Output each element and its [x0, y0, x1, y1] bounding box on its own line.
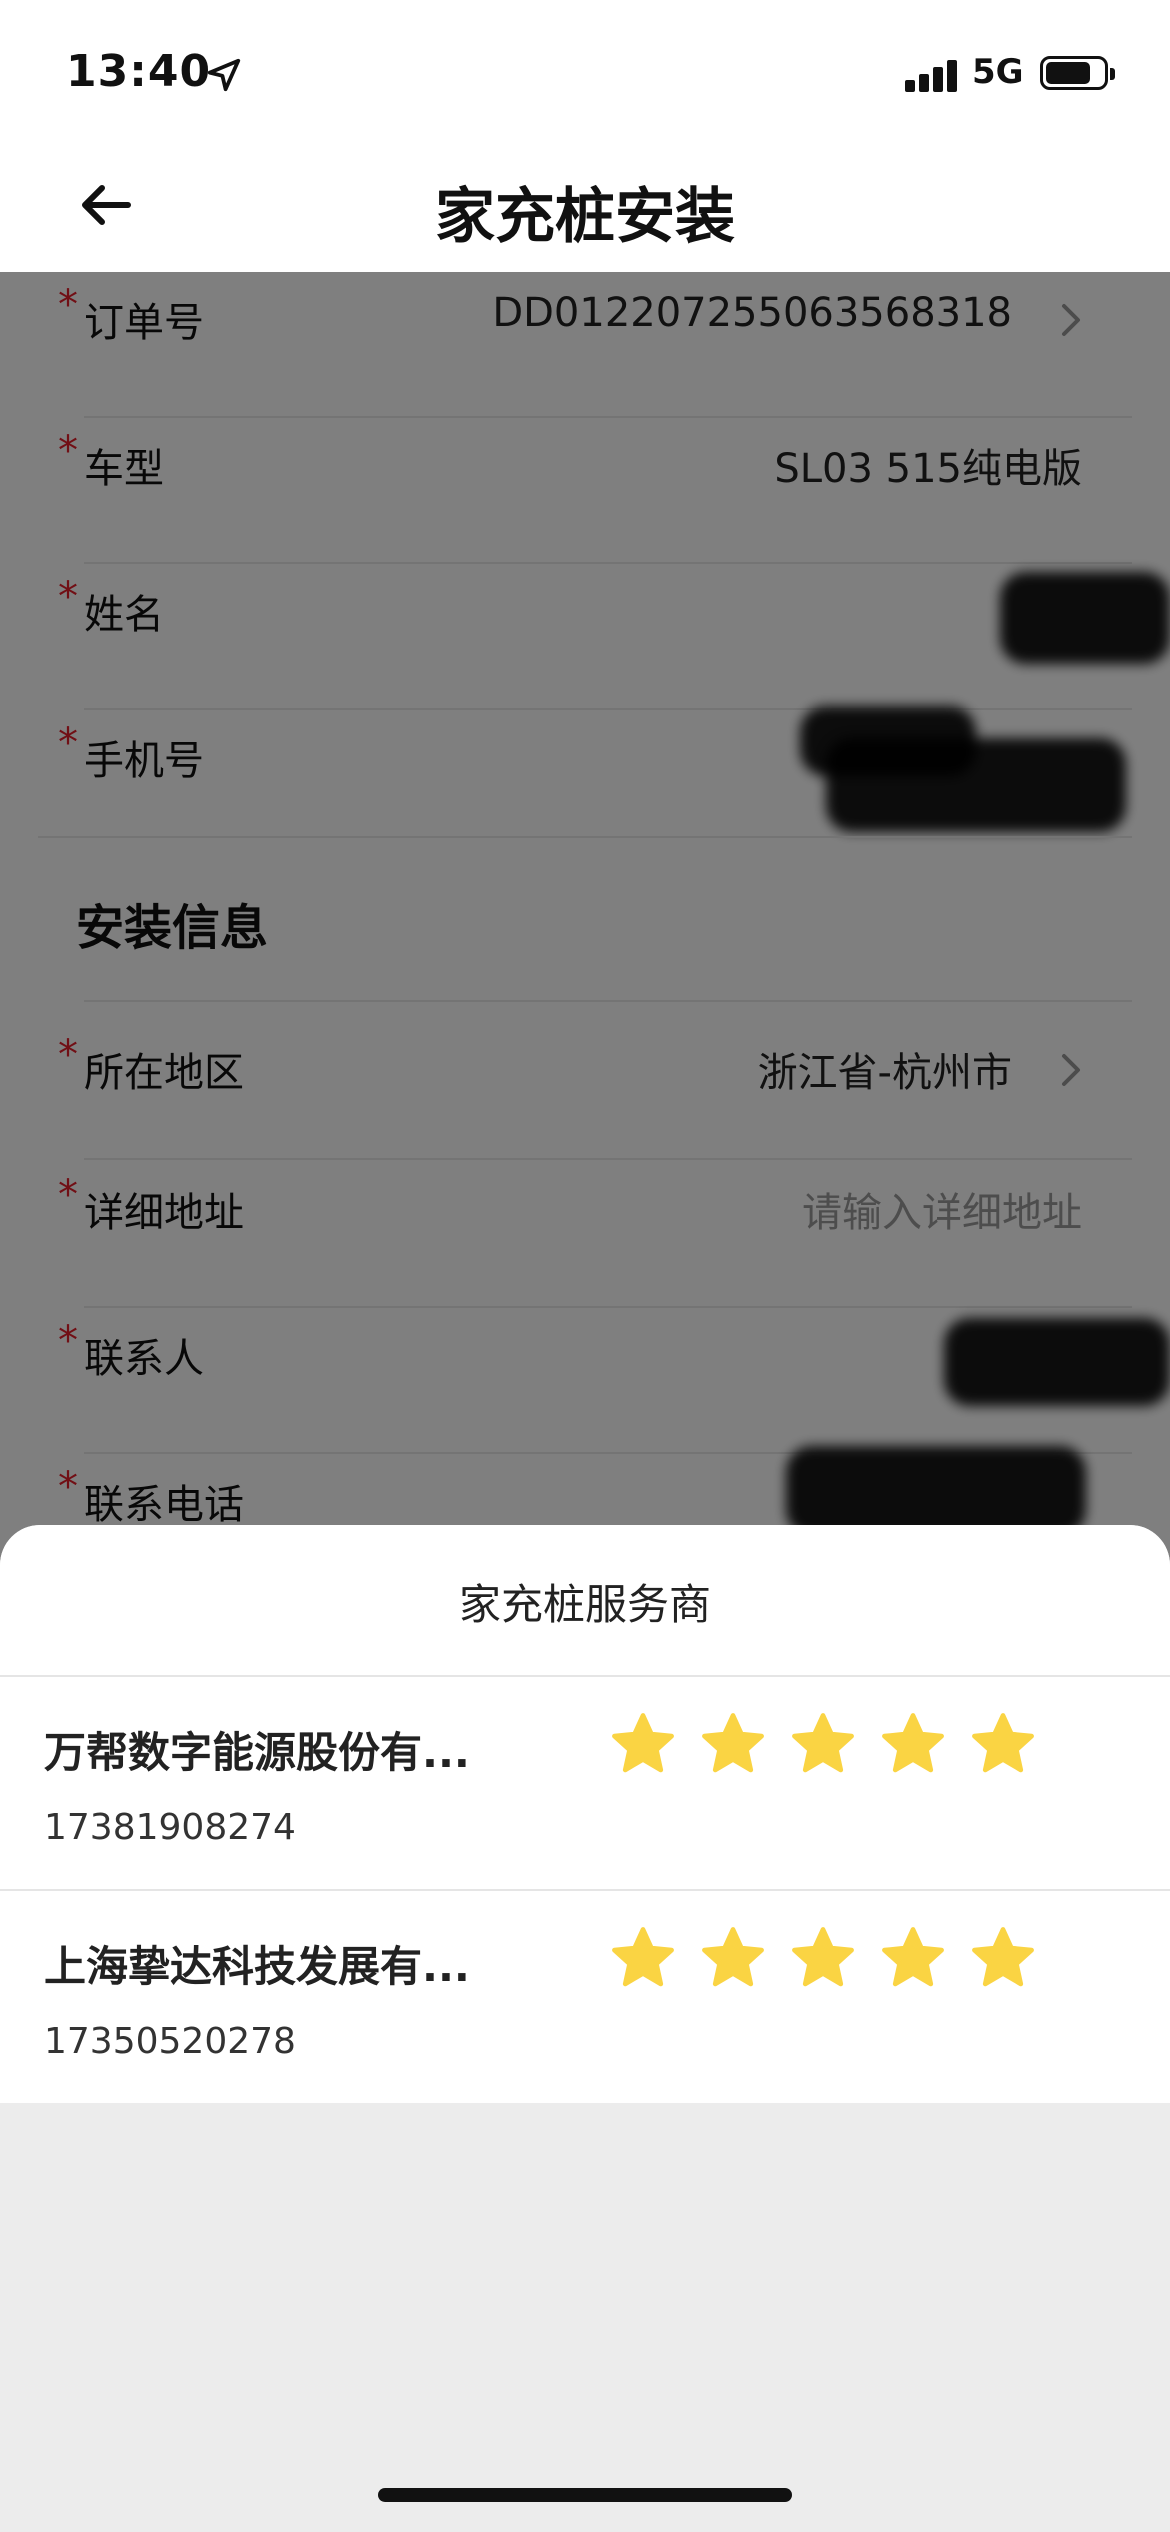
signal-icon — [905, 58, 959, 92]
nav-bar: 家充桩安装 — [0, 140, 1170, 272]
battery-icon — [1040, 56, 1115, 90]
star-icon — [612, 1713, 674, 1773]
star-icon — [702, 1713, 764, 1773]
star-icon — [612, 1927, 674, 1987]
sheet-title: 家充桩服务商 — [458, 1580, 711, 1629]
star-icon — [702, 1927, 764, 1987]
star-icon — [792, 1927, 854, 1987]
star-icon — [972, 1927, 1034, 1987]
star-icon — [792, 1713, 854, 1773]
location-arrow-icon — [207, 58, 241, 92]
provider-phone: 17350520278 — [44, 2021, 296, 2062]
star-icon — [882, 1927, 944, 1987]
provider-item[interactable]: 万帮数字能源股份有... 17381908274 — [0, 1677, 1170, 1889]
provider-name: 上海挚达科技发展有... — [44, 1942, 470, 1991]
page-title: 家充桩安装 — [435, 182, 735, 252]
sheet-header: 家充桩服务商 — [0, 1525, 1170, 1677]
provider-phone: 17381908274 — [44, 1807, 296, 1848]
home-indicator — [378, 2488, 792, 2502]
star-icon — [882, 1713, 944, 1773]
provider-sheet: 家充桩服务商 万帮数字能源股份有... 17381908274 上海挚达科技发展… — [0, 1525, 1170, 2532]
provider-name: 万帮数字能源股份有... — [44, 1728, 470, 1777]
status-time: 13:40 — [66, 46, 212, 97]
provider-item[interactable]: 上海挚达科技发展有... 17350520278 — [0, 1891, 1170, 2103]
network-type: 5G — [972, 52, 1024, 92]
status-bar: 13:40 5G — [0, 0, 1170, 140]
star-icon — [972, 1713, 1034, 1773]
